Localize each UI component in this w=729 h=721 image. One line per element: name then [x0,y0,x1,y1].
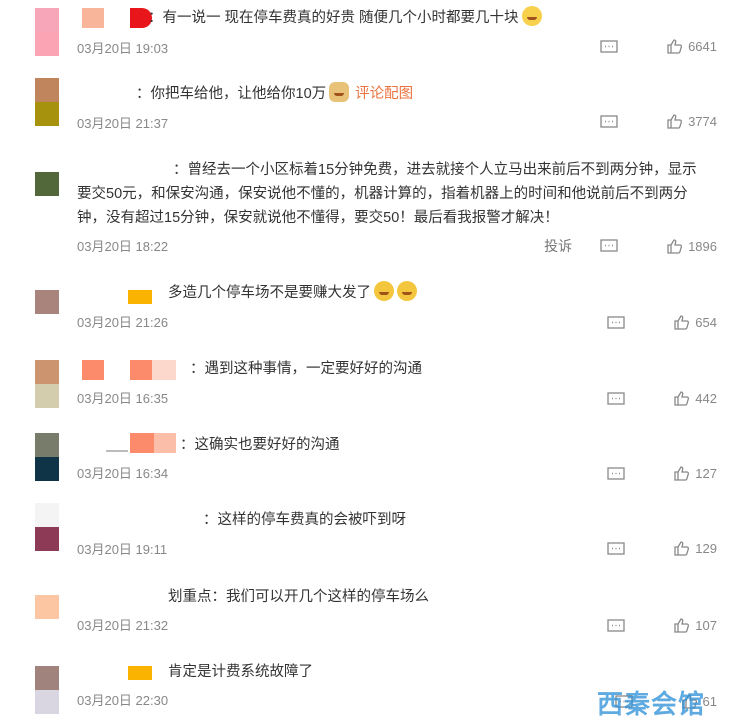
avatar[interactable] [35,8,59,56]
like-count: 129 [695,541,717,556]
comment-picture-link[interactable]: 评论配图 [355,86,413,102]
comment-icon[interactable] [607,391,625,406]
comment-date: 03月20日 21:37 [77,116,169,131]
thumbs-up-icon [674,466,690,481]
like-count: 654 [695,315,717,330]
avatar[interactable] [35,666,59,714]
like-button[interactable]: 442 [673,390,717,407]
comment-text: ：这确实也要好好的沟通 [180,437,340,453]
comment-text: 多造几个停车场不是要赚大发了 [168,281,709,305]
thumbs-up-icon [667,39,683,54]
like-button[interactable]: 127 [673,465,717,482]
comment-text: ：曾经去一个小区标着15分钟免费，进去就接个人立马出来前后不到两分钟，显示要交5… [77,162,697,226]
report-button[interactable]: 投诉 [544,236,572,256]
avatar[interactable] [35,78,59,126]
like-count: 107 [695,618,717,633]
avatar[interactable] [35,503,59,551]
thumbs-up-icon [674,541,690,556]
comment-date: 03月20日 21:26 [77,315,169,330]
thumbs-up-icon [667,114,683,129]
comment-date: 03月20日 19:11 [77,542,168,557]
thumbs-up-icon [674,391,690,406]
comment-icon[interactable] [600,114,618,129]
thumbs-up-icon [674,315,690,330]
like-button[interactable]: 3774 [666,113,717,130]
avatar[interactable] [35,290,59,314]
comment-date: 03月20日 19:03 [77,41,169,56]
comment-text: ：有一说一 现在停车费真的好贵 随便几个小时都要几十块 [148,6,709,30]
like-button[interactable]: 1896 [666,238,717,255]
comment-date: 03月20日 18:22 [77,239,169,254]
like-count: 3774 [688,114,717,129]
comment-date: 03月20日 22:30 [77,693,169,708]
like-button[interactable]: 6641 [666,38,717,55]
comment-icon[interactable] [600,39,618,54]
comment-date: 03月20日 16:34 [77,466,169,481]
avatar[interactable] [35,433,59,481]
comment-icon[interactable] [607,541,625,556]
comment-date: 03月20日 16:35 [77,391,169,406]
like-button[interactable]: 129 [673,540,717,557]
like-count: 442 [695,391,717,406]
avatar[interactable] [35,360,59,408]
like-count: 127 [695,466,717,481]
comment-icon[interactable] [607,618,625,633]
avatar[interactable] [35,172,59,196]
thumbs-up-icon [667,238,683,254]
comment-text: ：你把车给他，让他给你10万 评论配图 [136,82,709,106]
comment-icon[interactable] [607,315,625,330]
like-button[interactable]: 654 [673,314,717,331]
comment-icon[interactable] [607,466,625,481]
comment-text: 划重点：我们可以开几个这样的停车场么 [168,589,429,605]
comment-text: ：这样的停车费真的会被吓到呀 [203,512,406,528]
like-count: 1896 [688,238,717,254]
thinking-emoji [521,6,542,26]
comment-icon[interactable] [600,239,618,253]
doge-emoji [329,82,350,102]
thumbs-up-icon [674,618,690,633]
watermark: 西秦会馆 [597,689,706,719]
comment-date: 03月20日 21:32 [77,618,169,633]
like-button[interactable]: 107 [673,617,717,634]
laugh-cry-emoji [374,281,394,301]
like-count: 6641 [688,39,717,54]
comment-text: ：遇到这种事情，一定要好好的沟通 [190,361,422,377]
avatar[interactable] [35,595,59,619]
laugh-cry-emoji [397,281,417,301]
comment-text: 肯定是计费系统故障了 [168,664,313,680]
